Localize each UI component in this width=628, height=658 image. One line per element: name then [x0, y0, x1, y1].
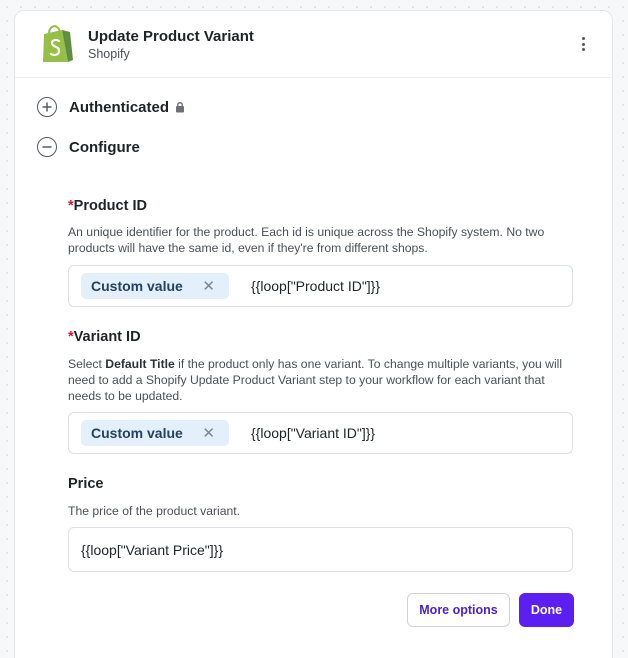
variant-id-description: Select Default Title if the product only…	[68, 357, 563, 403]
default-title-emphasis: Default Title	[105, 357, 175, 371]
shopify-bag-icon	[43, 25, 73, 62]
close-icon[interactable]: ✕	[202, 426, 215, 441]
lock-icon	[176, 102, 185, 113]
custom-value-chip: Custom value ✕	[81, 273, 229, 299]
kebab-menu-icon[interactable]	[575, 35, 591, 53]
variant-id-label: *Variant ID	[68, 329, 141, 345]
more-options-button[interactable]: More options	[407, 593, 510, 627]
section-authenticated[interactable]: Authenticated	[37, 97, 185, 117]
chip-label: Custom value	[91, 278, 183, 294]
product-id-description: An unique identifier for the product. Ea…	[68, 225, 545, 255]
step-config-panel: Update Product Variant Shopify Authentic…	[14, 10, 613, 658]
price-description: The price of the product variant.	[68, 504, 241, 518]
step-title: Update Product Variant	[88, 28, 254, 45]
section-configure[interactable]: Configure	[37, 137, 140, 157]
variant-id-label-text: Variant ID	[73, 329, 141, 345]
variant-id-value[interactable]: {{loop["Variant ID"]}}	[251, 425, 375, 441]
custom-value-chip: Custom value ✕	[81, 420, 229, 446]
price-label: Price	[68, 476, 104, 492]
app-name: Shopify	[88, 47, 130, 61]
plus-circle-icon	[37, 97, 57, 117]
section-authenticated-label: Authenticated	[69, 98, 170, 116]
product-id-label-text: Product ID	[73, 198, 147, 214]
section-configure-label: Configure	[69, 138, 140, 156]
panel-header: Update Product Variant Shopify	[15, 11, 612, 78]
close-icon[interactable]: ✕	[202, 279, 215, 294]
minus-circle-icon	[37, 137, 57, 157]
product-id-input[interactable]: Custom value ✕ {{loop["Product ID"]}}	[68, 265, 573, 307]
variant-id-input[interactable]: Custom value ✕ {{loop["Variant ID"]}}	[68, 412, 573, 454]
product-id-label: *Product ID	[68, 198, 147, 214]
product-id-value[interactable]: {{loop["Product ID"]}}	[251, 278, 380, 294]
price-value[interactable]: {{loop["Variant Price"]}}	[81, 542, 223, 558]
chip-label: Custom value	[91, 425, 183, 441]
done-button[interactable]: Done	[519, 593, 574, 627]
price-input[interactable]: {{loop["Variant Price"]}}	[68, 527, 573, 572]
